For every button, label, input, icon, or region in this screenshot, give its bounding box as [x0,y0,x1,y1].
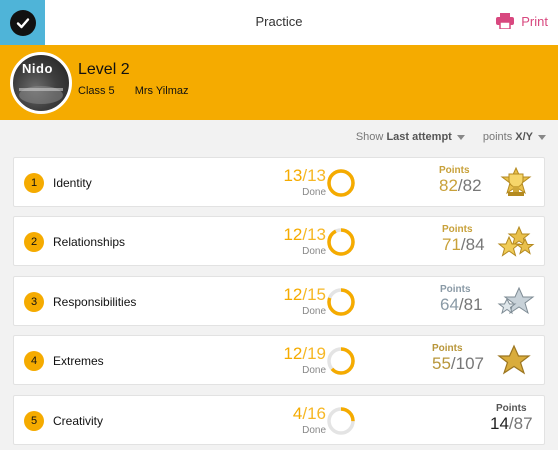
points-total: /81 [458,295,483,314]
done-total: /19 [302,344,326,363]
topic-number: 3 [24,292,44,312]
topic-row[interactable]: 4 Extremes 12/19 Done Points 55/107 [13,335,545,385]
progress-ring [327,228,355,256]
topic-name: Relationships [53,235,126,249]
points-block: Points 71/84 [442,224,485,255]
done-count: 12/19 Done [262,344,326,376]
progress-ring-fill [327,228,355,256]
top-bar: Practice Print [0,0,558,45]
trophy-gold-icon [500,166,532,196]
points-block: Points 82/82 [439,165,482,196]
show-label: Show [355,131,384,143]
silver-star-icon [497,286,535,315]
topic-name: Identity [53,176,92,190]
done-label: Done [302,306,326,317]
done-count: 4/16 Done [262,404,326,436]
points-block: Points 64/81 [440,284,483,315]
done-total: /16 [302,404,326,423]
points-block: Points 55/107 [432,343,484,374]
points-value: 82 [439,176,458,195]
points-label: Points [442,224,473,235]
points-value: 55 [432,354,451,373]
points-label: Points [439,165,470,176]
done-value: 12 [283,285,303,304]
done-count: 12/15 Done [262,285,326,317]
page-title: Practice [255,14,303,29]
points-label: Points [440,284,471,295]
avatar[interactable]: Nido [10,52,72,114]
topic-row[interactable]: 2 Relationships 12/13 Done Points 71/84 [13,216,545,266]
two-gold-stars-icon [497,225,535,257]
done-label: Done [302,187,326,198]
points-value: 64 [440,295,459,314]
show-dropdown[interactable]: Show Last attempt [356,131,465,143]
topic-number: 5 [24,411,44,431]
print-button[interactable]: Print [496,13,548,29]
points-value: 71 [442,235,461,254]
progress-ring [327,169,355,197]
done-count: 12/13 Done [262,225,326,257]
topic-row[interactable]: 1 Identity 13/13 Done Points 82/82 [13,157,545,207]
points-block: Points 14/87 [490,403,533,434]
show-value: Last attempt [386,131,452,143]
level-title: Level 2 [78,61,130,78]
topic-number: 2 [24,232,44,252]
done-label: Done [302,425,326,436]
progress-ring-fill [327,169,355,197]
done-value: 12 [283,344,303,363]
profile-banner: Nido Level 2 Class 5 Mrs Yilmaz [0,45,558,120]
points-total: /84 [460,235,485,254]
avatar-photo [19,86,63,104]
topic-number: 4 [24,351,44,371]
points-filter-value: X/Y [515,131,533,143]
topic-row[interactable]: 5 Creativity 4/16 Done Points 14/87 [13,395,545,445]
done-total: /13 [302,225,326,244]
filter-bar: Show Last attempt points X/Y [356,131,546,143]
topic-number: 1 [24,173,44,193]
points-dropdown[interactable]: points X/Y [483,131,546,143]
topic-name: Responsibilities [53,295,137,309]
progress-ring [327,347,355,375]
chevron-down-icon [538,134,546,140]
print-label: Print [521,13,548,29]
gold-star-icon [497,344,531,375]
done-count: 13/13 Done [262,166,326,198]
points-label: Points [432,343,463,354]
points-value: 14 [490,414,509,433]
points-label: Points [496,403,527,414]
points-total: /107 [450,354,485,373]
teacher-name: Mrs Yilmaz [134,85,189,97]
topic-name: Creativity [53,414,104,428]
progress-ring [327,288,355,316]
done-label: Done [302,246,326,257]
done-value: 12 [283,225,303,244]
done-total: /13 [302,166,326,185]
topic-row[interactable]: 3 Responsibilities 12/15 Done Points 64/… [13,276,545,326]
progress-ring [327,407,355,435]
done-label: Done [302,365,326,376]
points-filter-label: points [482,131,513,143]
class-name: Class 5 [78,85,115,97]
chevron-down-icon [456,134,465,140]
done-value: 4 [292,404,303,423]
points-total: /87 [508,414,533,433]
class-meta: Class 5 Mrs Yilmaz [78,85,188,97]
printer-icon [496,13,515,29]
done-value: 13 [283,166,303,185]
done-total: /15 [302,285,326,304]
points-total: /82 [457,176,482,195]
topic-name: Extremes [53,354,104,368]
